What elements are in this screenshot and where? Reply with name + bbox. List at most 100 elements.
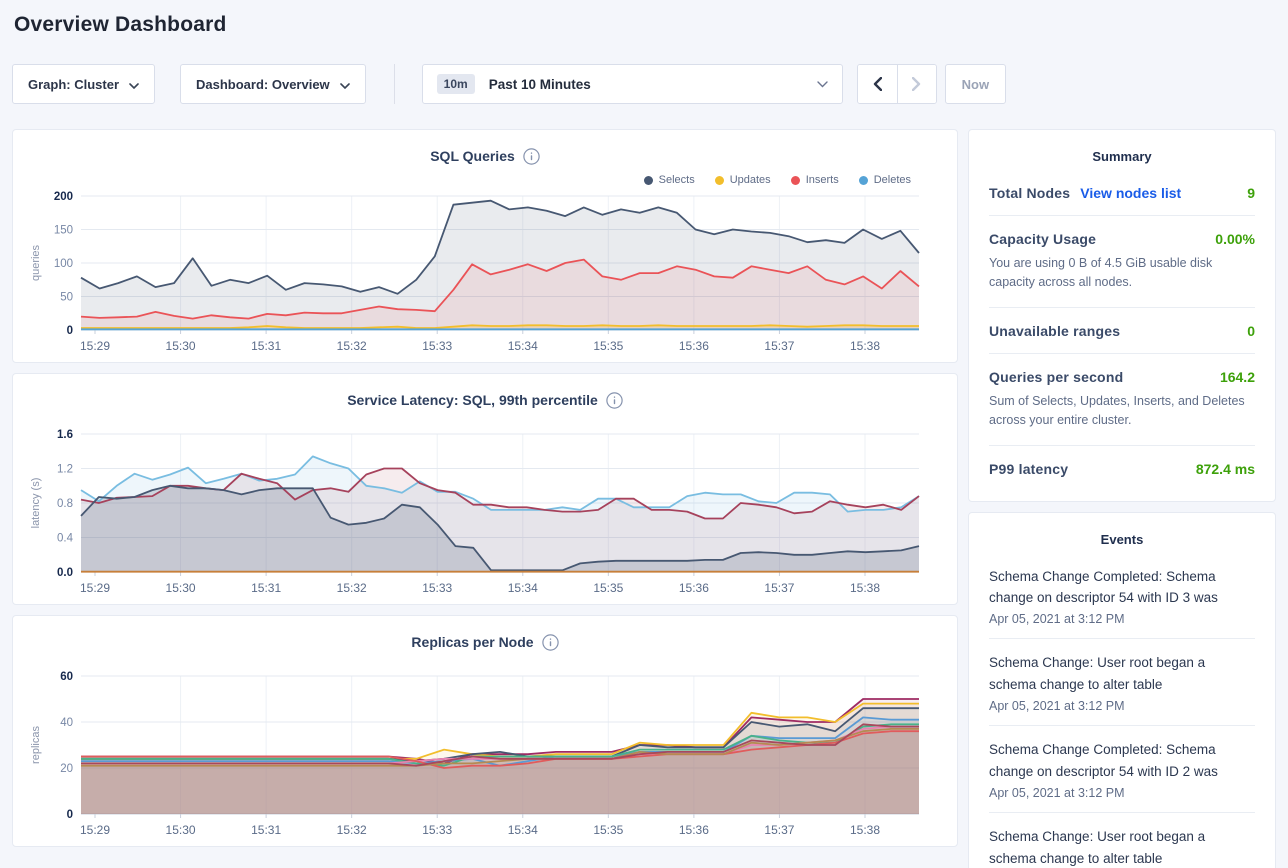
legend-dot-icon (791, 176, 800, 185)
event-text: Schema Change Completed: Schema change o… (989, 566, 1255, 610)
svg-text:15:29: 15:29 (80, 581, 110, 595)
summary-description: Sum of Selects, Updates, Inserts, and De… (989, 392, 1255, 431)
time-nav (857, 64, 937, 104)
svg-text:15:35: 15:35 (593, 823, 623, 837)
graph-dropdown-label: Graph: Cluster (28, 77, 119, 92)
svg-text:100: 100 (54, 258, 73, 270)
overview-dashboard-page: Overview Dashboard Graph: Cluster Dashbo… (0, 0, 1288, 868)
time-range-selector[interactable]: 10m Past 10 Minutes (422, 64, 843, 104)
summary-value: 0 (1247, 323, 1255, 339)
svg-text:replicas: replicas (30, 726, 42, 764)
svg-text:0: 0 (67, 809, 73, 821)
svg-text:15:29: 15:29 (80, 339, 110, 353)
summary-row: Unavailable ranges 0 (989, 308, 1255, 354)
svg-text:15:35: 15:35 (593, 581, 623, 595)
chevron-down-icon (129, 77, 139, 92)
event-text: Schema Change Completed: Schema change o… (989, 739, 1255, 783)
chart-title: Service Latency: SQL, 99th percentile (347, 392, 598, 408)
legend-dot-icon (644, 176, 653, 185)
replicas-per-node-chart: 020406015:2915:3015:3115:3215:3315:3415:… (25, 652, 945, 840)
sql-queries-chart: 05010015020015:2915:3015:3115:3215:3315:… (25, 188, 945, 356)
summary-row: Total Nodes View nodes list 9 (989, 170, 1255, 216)
svg-text:0.8: 0.8 (57, 498, 73, 510)
summary-card: Summary Total Nodes View nodes list 9 Ca… (968, 129, 1276, 502)
svg-text:15:38: 15:38 (850, 581, 880, 595)
legend-item-updates[interactable]: Updates (715, 174, 771, 186)
svg-text:15:29: 15:29 (80, 823, 110, 837)
event-item[interactable]: Schema Change Completed: Schema change o… (989, 553, 1255, 640)
svg-text:1.2: 1.2 (57, 464, 73, 476)
summary-label: Queries per second (989, 369, 1123, 385)
charts-column: SQL Queries Selects Updates Inserts Deletes… (12, 129, 958, 847)
svg-text:15:34: 15:34 (508, 823, 538, 837)
now-button[interactable]: Now (945, 64, 1006, 104)
summary-value: 9 (1247, 185, 1255, 201)
svg-text:15:33: 15:33 (422, 581, 452, 595)
svg-text:15:37: 15:37 (764, 823, 794, 837)
event-item[interactable]: Schema Change: User root began a schema … (989, 639, 1255, 726)
chart-card-sql-queries: SQL Queries Selects Updates Inserts Deletes… (12, 129, 958, 363)
svg-text:15:37: 15:37 (764, 581, 794, 595)
svg-text:200: 200 (54, 191, 73, 203)
event-item[interactable]: Schema Change: User root began a schema … (989, 813, 1255, 868)
controls-bar: Graph: Cluster Dashboard: Overview 10m P… (12, 64, 1276, 104)
event-timestamp: Apr 05, 2021 at 3:12 PM (989, 786, 1255, 800)
time-range-label: Past 10 Minutes (489, 77, 817, 92)
svg-text:15:38: 15:38 (850, 823, 880, 837)
legend-dot-icon (715, 176, 724, 185)
nodes-list-link[interactable]: View nodes list (1080, 185, 1181, 201)
svg-text:latency (s): latency (s) (30, 478, 42, 529)
summary-value: 872.4 ms (1196, 461, 1255, 477)
svg-text:150: 150 (54, 225, 73, 237)
summary-label: P99 latency (989, 461, 1068, 477)
svg-text:15:30: 15:30 (166, 339, 196, 353)
info-icon[interactable] (606, 392, 623, 409)
info-icon[interactable] (542, 634, 559, 651)
svg-text:20: 20 (60, 763, 73, 775)
summary-title: Summary (989, 145, 1255, 170)
summary-label: Total Nodes (989, 185, 1070, 201)
svg-text:15:31: 15:31 (251, 339, 281, 353)
svg-text:0.0: 0.0 (57, 567, 73, 579)
dashboard-dropdown[interactable]: Dashboard: Overview (180, 64, 366, 104)
legend-item-inserts[interactable]: Inserts (791, 174, 839, 186)
event-timestamp: Apr 05, 2021 at 3:12 PM (989, 612, 1255, 626)
sidebar: Summary Total Nodes View nodes list 9 Ca… (968, 129, 1276, 868)
graph-dropdown[interactable]: Graph: Cluster (12, 64, 155, 104)
svg-text:15:31: 15:31 (251, 581, 281, 595)
svg-text:15:33: 15:33 (422, 339, 452, 353)
prev-time-button[interactable] (858, 65, 897, 103)
svg-text:0: 0 (67, 325, 73, 337)
svg-text:15:31: 15:31 (251, 823, 281, 837)
service-latency-chart: 0.00.40.81.21.615:2915:3015:3115:3215:33… (25, 410, 945, 598)
svg-text:queries: queries (30, 244, 42, 281)
summary-row: Capacity Usage 0.00% You are using 0 B o… (989, 216, 1255, 308)
svg-text:15:32: 15:32 (337, 339, 367, 353)
info-icon[interactable] (523, 148, 540, 165)
next-time-button[interactable] (897, 65, 936, 103)
summary-label: Capacity Usage (989, 231, 1096, 247)
chevron-down-icon (817, 75, 828, 93)
svg-text:15:32: 15:32 (337, 581, 367, 595)
page-title: Overview Dashboard (12, 0, 1276, 37)
event-text: Schema Change: User root began a schema … (989, 826, 1255, 868)
svg-text:15:32: 15:32 (337, 823, 367, 837)
event-text: Schema Change: User root began a schema … (989, 652, 1255, 696)
chart-card-replicas-per-node: Replicas per Node 020406015:2915:3015:31… (12, 615, 958, 847)
svg-text:15:38: 15:38 (850, 339, 880, 353)
summary-row: P99 latency 872.4 ms (989, 446, 1255, 491)
svg-text:60: 60 (60, 671, 73, 683)
chart-title: SQL Queries (430, 148, 515, 164)
svg-text:15:30: 15:30 (166, 823, 196, 837)
main-content: SQL Queries Selects Updates Inserts Deletes… (12, 129, 1276, 868)
legend-item-deletes[interactable]: Deletes (859, 174, 911, 186)
svg-text:15:36: 15:36 (679, 339, 709, 353)
legend-item-selects[interactable]: Selects (644, 174, 695, 186)
dashboard-dropdown-label: Dashboard: Overview (196, 77, 330, 92)
time-range-badge: 10m (437, 74, 475, 94)
svg-text:1.6: 1.6 (57, 429, 73, 441)
svg-text:0.4: 0.4 (57, 533, 74, 545)
svg-text:15:35: 15:35 (593, 339, 623, 353)
chart-title: Replicas per Node (411, 634, 533, 650)
event-item[interactable]: Schema Change Completed: Schema change o… (989, 726, 1255, 813)
